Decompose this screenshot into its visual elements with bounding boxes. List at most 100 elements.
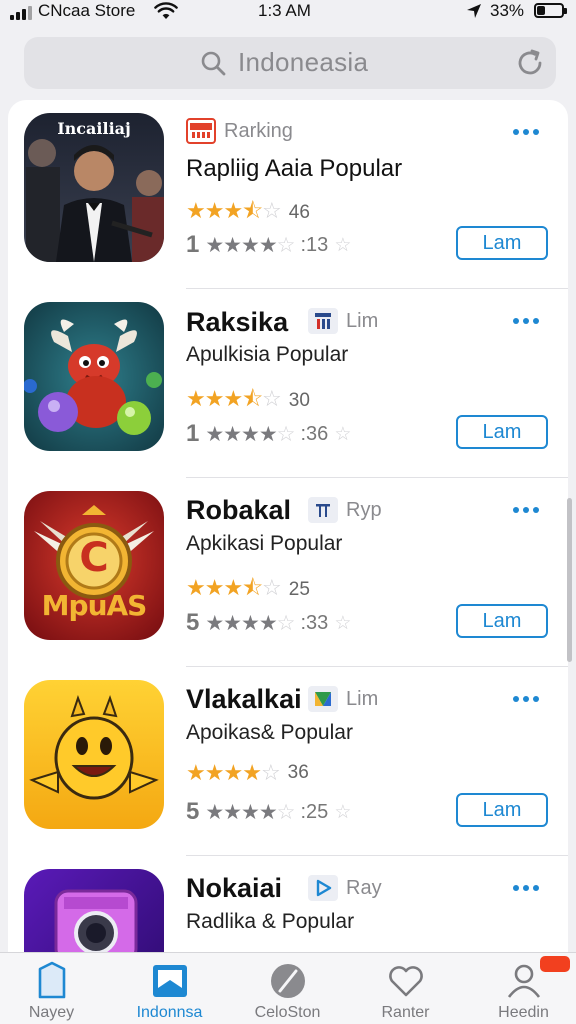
wifi-icon	[154, 2, 178, 25]
star-outline-icon: ☆	[334, 423, 352, 445]
app-name[interactable]: Raksika	[186, 307, 288, 338]
rating: ★★★★☆ 36	[186, 760, 309, 786]
star-full-icon: ★	[186, 760, 206, 785]
app-category: Radlika & Popular	[186, 910, 355, 933]
get-button[interactable]: Lam	[456, 793, 548, 827]
apps-icon	[152, 965, 187, 997]
list-item[interactable]: Raksika Lim Apulkisia Popular ★★★⯪☆ 30 1…	[8, 289, 568, 478]
battery-icon	[534, 3, 567, 18]
tab-favorites[interactable]: Ranter	[348, 953, 463, 1024]
more-button[interactable]	[508, 311, 544, 331]
star-rating: ★★★★☆	[186, 760, 281, 786]
app-icon-title: MpuAS	[41, 589, 148, 622]
chart-icon	[308, 308, 338, 334]
star-empty-icon: ☆	[260, 760, 281, 785]
star-outline-icon: ☆	[334, 234, 352, 256]
app-icon-camera[interactable]	[24, 869, 164, 960]
secondary-rating: 1 ★★★★☆ :36 ☆	[186, 420, 352, 447]
star-rating: ★★★⯪☆	[186, 194, 282, 232]
play-store-icon	[308, 686, 338, 712]
list-item[interactable]: Vlakalkai Lim Apoikas& Popular ★★★★☆ 36 …	[8, 667, 568, 856]
star-full-icon: ★	[204, 575, 225, 600]
more-button[interactable]	[508, 122, 544, 142]
star-full-icon: ★	[186, 386, 206, 411]
star-full-icon: ★	[204, 760, 225, 785]
star-full-icon: ★	[186, 575, 206, 600]
secondary-rating: 1 ★★★★☆ :13 ☆	[186, 231, 352, 258]
app-name[interactable]: Robakal	[186, 495, 291, 526]
star-empty-icon: ☆	[262, 575, 282, 600]
more-button[interactable]	[508, 689, 544, 709]
gray-stars-icon: ★★★★☆	[205, 800, 295, 824]
app-icon-coin[interactable]: C MpuAS	[24, 491, 164, 640]
tab-bar: Nayey Indonnsa CeloSton Ranter Heedin	[0, 952, 576, 1024]
notification-badge	[540, 956, 570, 972]
person-icon	[507, 964, 540, 998]
star-full-icon: ★	[223, 760, 243, 785]
play-icon	[308, 875, 338, 901]
app-list: Incailiaj Rarking Rapliig Aaia Popular ★…	[8, 100, 568, 960]
star-full-icon: ★	[204, 386, 225, 411]
tab-games[interactable]: CeloSton	[230, 953, 345, 1024]
star-rating: ★★★⯪☆	[186, 382, 282, 420]
badge: Lim	[308, 686, 378, 712]
games-icon	[270, 964, 305, 998]
badge: Ryp	[308, 497, 382, 523]
star-half-icon: ⯪	[242, 575, 263, 600]
app-name[interactable]: Vlakalkai	[186, 684, 302, 715]
heart-icon	[388, 966, 423, 997]
app-icon-letter: C	[79, 535, 109, 581]
app-category: Apkikasi Popular	[186, 532, 343, 555]
tab-today[interactable]: Nayey	[0, 953, 109, 1024]
rating: ★★★⯪☆ 46	[186, 194, 310, 232]
search-bar[interactable]: Indoneasia	[24, 37, 556, 89]
app-name[interactable]: Nokaiai	[186, 873, 282, 904]
clock: 1:3 AM	[258, 1, 311, 20]
status-bar: CNcaa Store 1:3 AM 33%	[0, 0, 576, 28]
star-full-icon: ★	[186, 198, 206, 223]
get-button[interactable]: Lam	[456, 604, 548, 638]
badge: Ray	[308, 875, 382, 901]
list-item[interactable]: C MpuAS Robakal Ryp Apkikasi Popular ★★★…	[8, 478, 568, 667]
secondary-rating: 5 ★★★★☆ :25 ☆	[186, 798, 352, 825]
gray-stars-icon: ★★★★☆	[205, 233, 295, 257]
today-icon	[38, 961, 65, 999]
app-category: Apulkisia Popular	[186, 343, 349, 366]
star-half-icon: ⯪	[242, 386, 263, 411]
app-icon-smiley[interactable]	[24, 680, 164, 829]
app-icon-dragon[interactable]	[24, 302, 164, 451]
search-icon	[200, 50, 226, 81]
badge-ranking: Rarking	[186, 118, 293, 144]
app-name[interactable]: Rapliig Aaia Popular	[186, 155, 402, 183]
get-button[interactable]: Lam	[456, 226, 548, 260]
gray-stars-icon: ★★★★☆	[205, 611, 295, 635]
rating: ★★★⯪☆ 30	[186, 382, 310, 420]
star-full-icon: ★	[223, 575, 243, 600]
get-button[interactable]: Lam	[456, 415, 548, 449]
text-t-icon	[308, 497, 338, 523]
refresh-icon[interactable]	[514, 47, 546, 84]
star-half-icon: ⯪	[242, 198, 263, 223]
app-category: Apoikas& Popular	[186, 721, 353, 744]
star-empty-icon: ☆	[262, 386, 282, 411]
battery-percent: 33%	[490, 1, 525, 20]
star-rating: ★★★⯪☆	[186, 571, 282, 609]
star-full-icon: ★	[223, 198, 243, 223]
gray-stars-icon: ★★★★☆	[205, 422, 295, 446]
scrollbar[interactable]	[567, 498, 572, 662]
location-icon	[466, 3, 482, 24]
more-button[interactable]	[508, 878, 544, 898]
star-outline-icon: ☆	[334, 801, 352, 823]
rating: ★★★⯪☆ 25	[186, 571, 310, 609]
signal-icon	[10, 6, 32, 20]
tab-apps[interactable]: Indonnsa	[112, 953, 227, 1024]
secondary-rating: 5 ★★★★☆ :33 ☆	[186, 609, 352, 636]
search-input[interactable]: Indoneasia	[238, 47, 368, 78]
star-full-icon: ★	[204, 198, 225, 223]
list-item[interactable]: Nokaiai Ray Radlika & Popular	[8, 856, 568, 960]
ranking-icon	[186, 118, 216, 144]
app-icon-movie[interactable]: Incailiaj	[24, 113, 164, 262]
badge: Lim	[308, 308, 378, 334]
list-item[interactable]: Incailiaj Rarking Rapliig Aaia Popular ★…	[8, 100, 568, 289]
more-button[interactable]	[508, 500, 544, 520]
